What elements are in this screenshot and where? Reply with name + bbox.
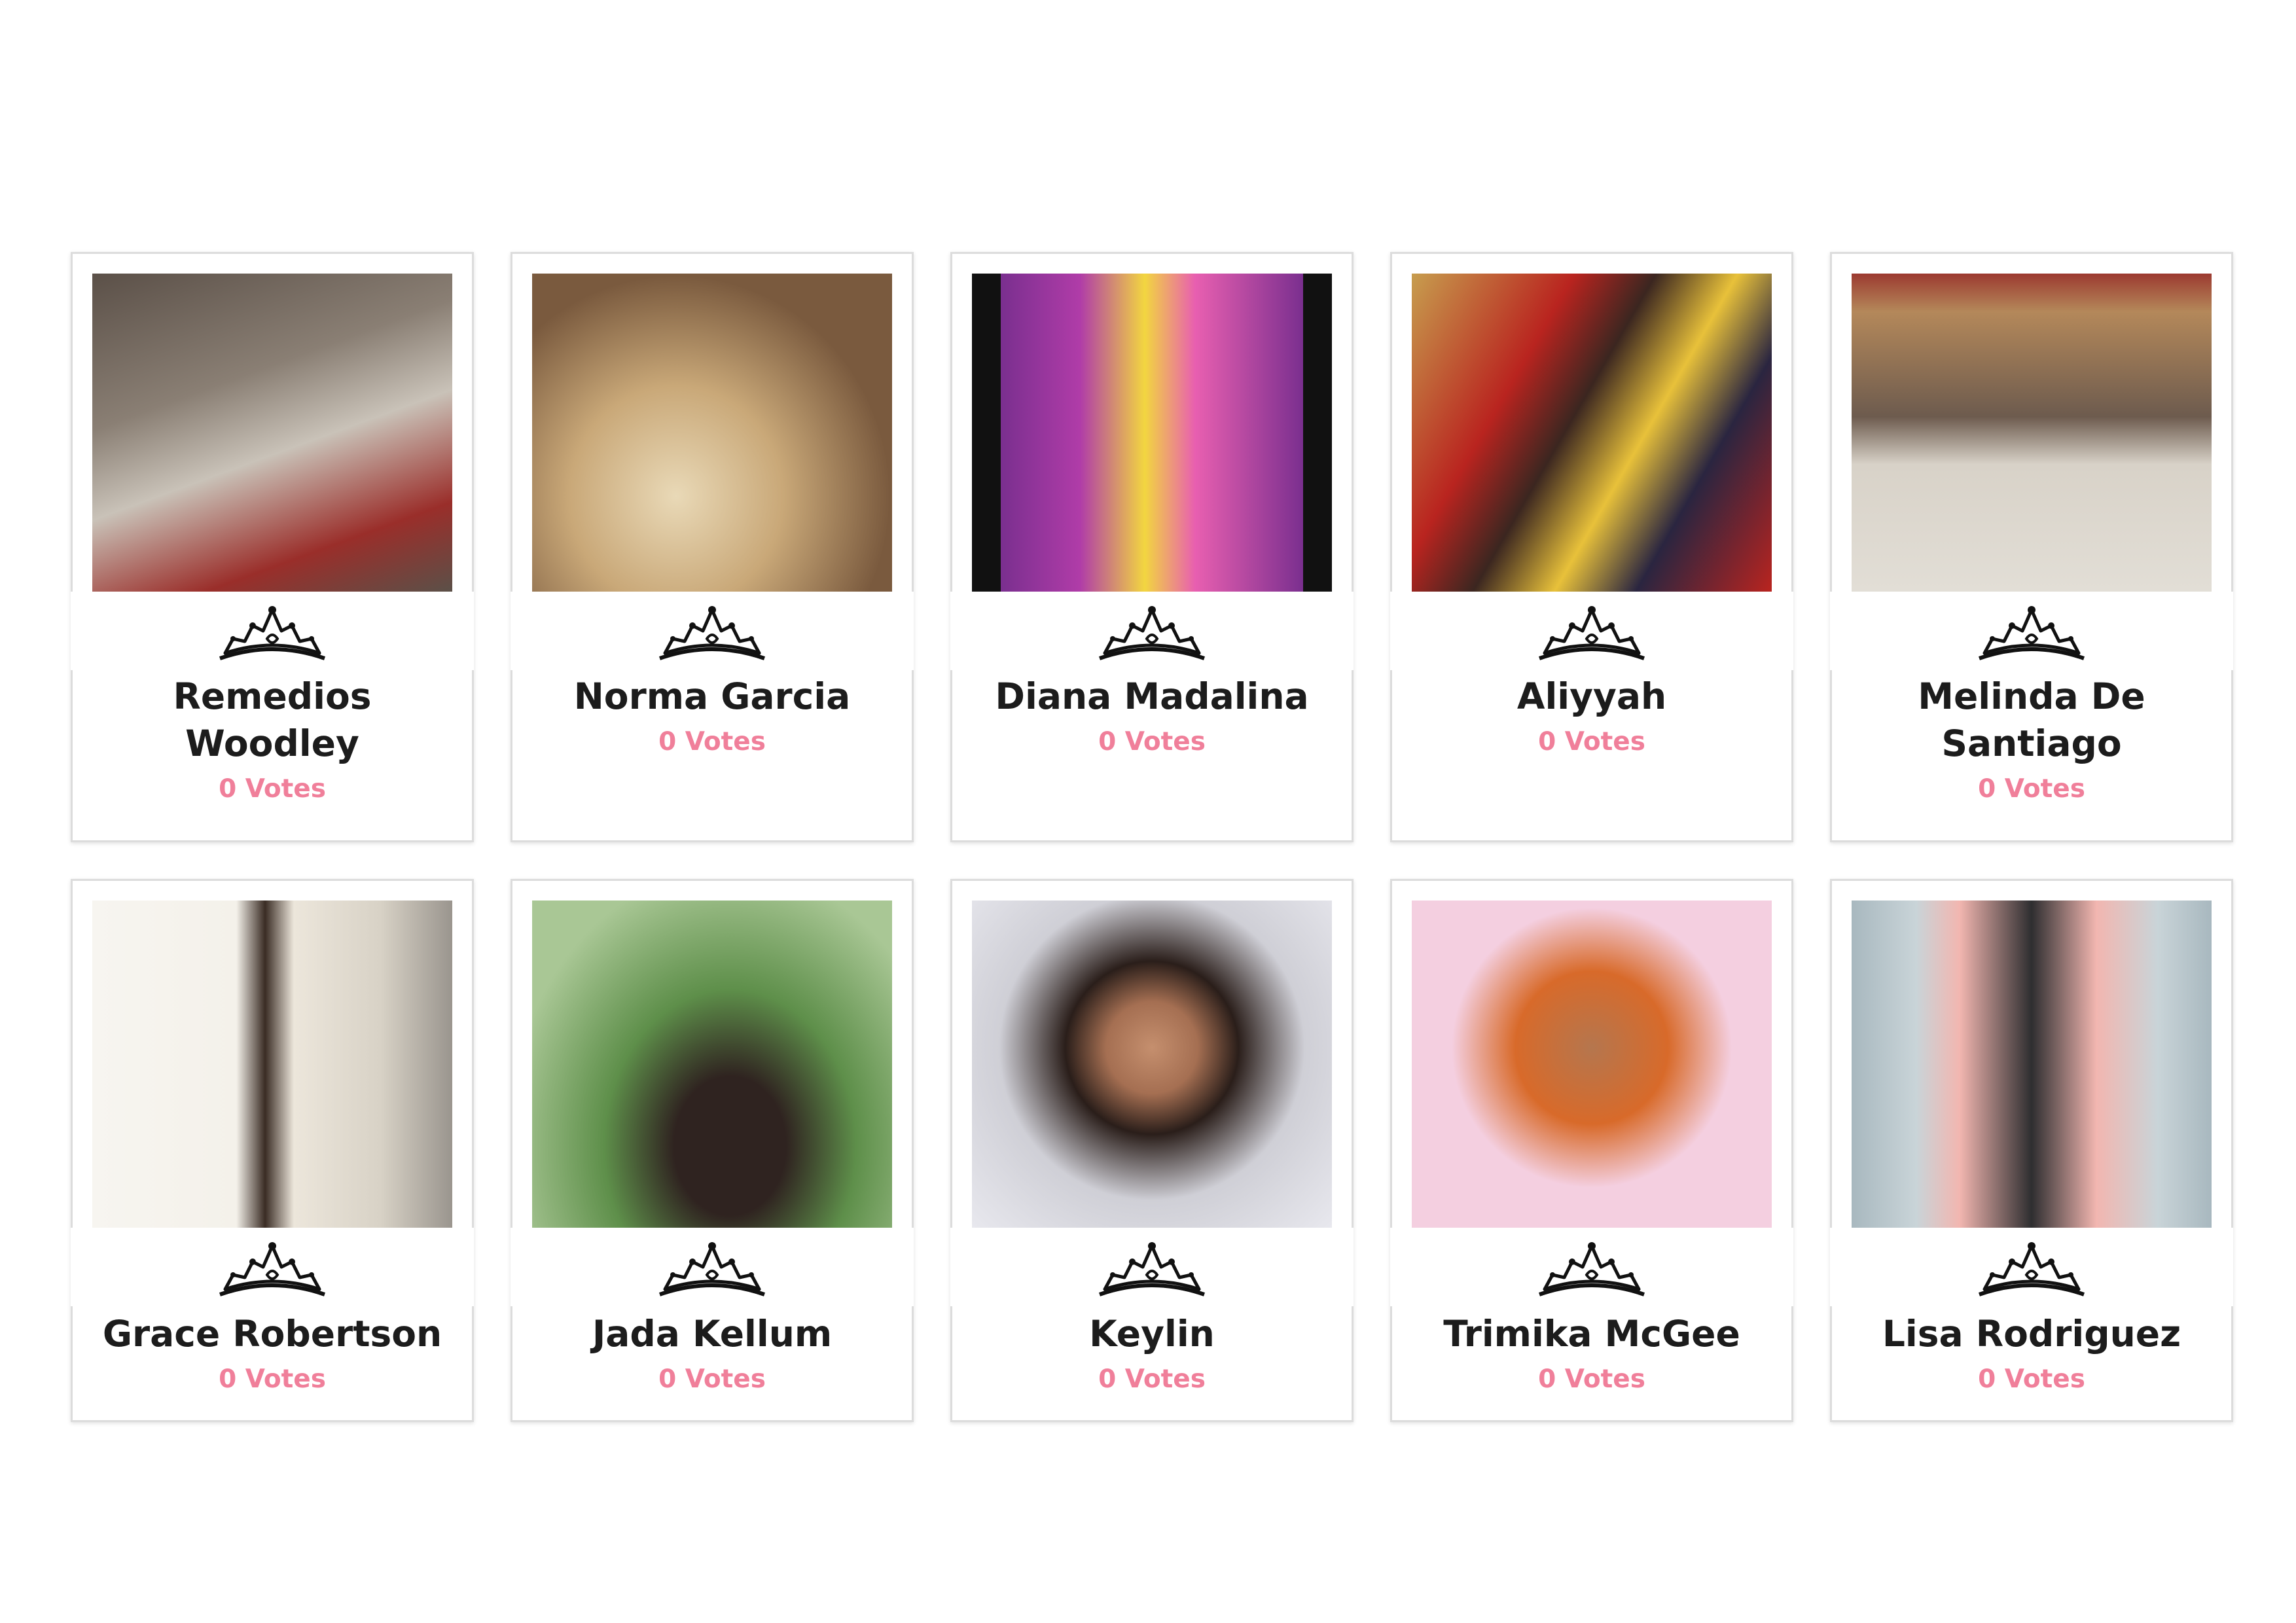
tiara-icon [219,1242,325,1296]
contestant-card[interactable]: Diana Madalina 0 Votes [950,252,1354,842]
contestant-name[interactable]: Aliyyah [1392,673,1791,720]
contestant-card[interactable]: Melinda De Santiago 0 Votes [1830,252,2233,842]
tiara-band [950,1228,1354,1306]
vote-count: 0 Votes [1538,1364,1645,1394]
tiara-icon [659,1242,765,1296]
contestant-name[interactable]: Keylin [952,1310,1352,1357]
contestant-info: Lisa Rodriguez 0 Votes [1832,1310,2231,1399]
tiara-band [1390,592,1793,670]
vote-count: 0 Votes [1978,774,2085,804]
contestant-name[interactable]: Trimika McGee [1392,1310,1791,1357]
vote-count: 0 Votes [219,774,326,804]
contestant-photo[interactable] [532,274,892,592]
contestant-info: Diana Madalina 0 Votes [952,673,1352,762]
tiara-band [1830,1228,2233,1306]
vote-count: 0 Votes [658,727,766,757]
tiara-icon [1099,606,1205,660]
contestant-photo[interactable] [532,901,892,1228]
tiara-icon [1099,1242,1205,1296]
contestant-info: Norma Garcia 0 Votes [512,673,912,762]
contestant-card[interactable]: Remedios Woodley 0 Votes [71,252,474,842]
tiara-band [511,1228,914,1306]
tiara-band [950,592,1354,670]
tiara-icon [659,606,765,660]
contestant-photo[interactable] [972,901,1332,1228]
contestant-photo[interactable] [92,274,452,592]
contestant-name[interactable]: Grace Robertson [73,1310,472,1357]
contestant-photo[interactable] [1412,274,1772,592]
vote-count: 0 Votes [1098,1364,1206,1394]
tiara-icon [1539,1242,1645,1296]
contestant-name[interactable]: Lisa Rodriguez [1832,1310,2231,1357]
tiara-icon [1979,606,2085,660]
contestant-name[interactable]: Remedios Woodley [73,673,472,767]
vote-count: 0 Votes [1978,1364,2085,1394]
tiara-band [71,592,474,670]
tiara-band [71,1228,474,1306]
contestant-photo[interactable] [972,274,1332,592]
contestant-card[interactable]: Aliyyah 0 Votes [1390,252,1793,842]
contestant-card[interactable]: Grace Robertson 0 Votes [71,879,474,1422]
contestant-photo[interactable] [1852,901,2212,1228]
contestant-info: Remedios Woodley 0 Votes [73,673,472,809]
contestant-card[interactable]: Trimika McGee 0 Votes [1390,879,1793,1422]
tiara-icon [1979,1242,2085,1296]
contestant-info: Jada Kellum 0 Votes [512,1310,912,1399]
contestant-photo[interactable] [92,901,452,1228]
contestant-grid: Remedios Woodley 0 Votes Norma Garcia 0 … [71,252,2233,1422]
tiara-band [1390,1228,1793,1306]
contestant-info: Keylin 0 Votes [952,1310,1352,1399]
contestant-card[interactable]: Jada Kellum 0 Votes [511,879,914,1422]
vote-count: 0 Votes [1538,727,1645,757]
contestant-name[interactable]: Diana Madalina [952,673,1352,720]
contestant-card[interactable]: Norma Garcia 0 Votes [511,252,914,842]
contestant-info: Melinda De Santiago 0 Votes [1832,673,2231,809]
contestant-info: Aliyyah 0 Votes [1392,673,1791,762]
contestant-photo[interactable] [1852,274,2212,592]
tiara-band [511,592,914,670]
tiara-icon [1539,606,1645,660]
contestant-name[interactable]: Melinda De Santiago [1832,673,2231,767]
contestant-card[interactable]: Lisa Rodriguez 0 Votes [1830,879,2233,1422]
contestant-photo[interactable] [1412,901,1772,1228]
contestant-info: Grace Robertson 0 Votes [73,1310,472,1399]
tiara-band [1830,592,2233,670]
contestant-card[interactable]: Keylin 0 Votes [950,879,1354,1422]
tiara-icon [219,606,325,660]
contestant-name[interactable]: Jada Kellum [512,1310,912,1357]
vote-count: 0 Votes [658,1364,766,1394]
vote-count: 0 Votes [219,1364,326,1394]
contestant-name[interactable]: Norma Garcia [512,673,912,720]
vote-count: 0 Votes [1098,727,1206,757]
contestant-info: Trimika McGee 0 Votes [1392,1310,1791,1399]
